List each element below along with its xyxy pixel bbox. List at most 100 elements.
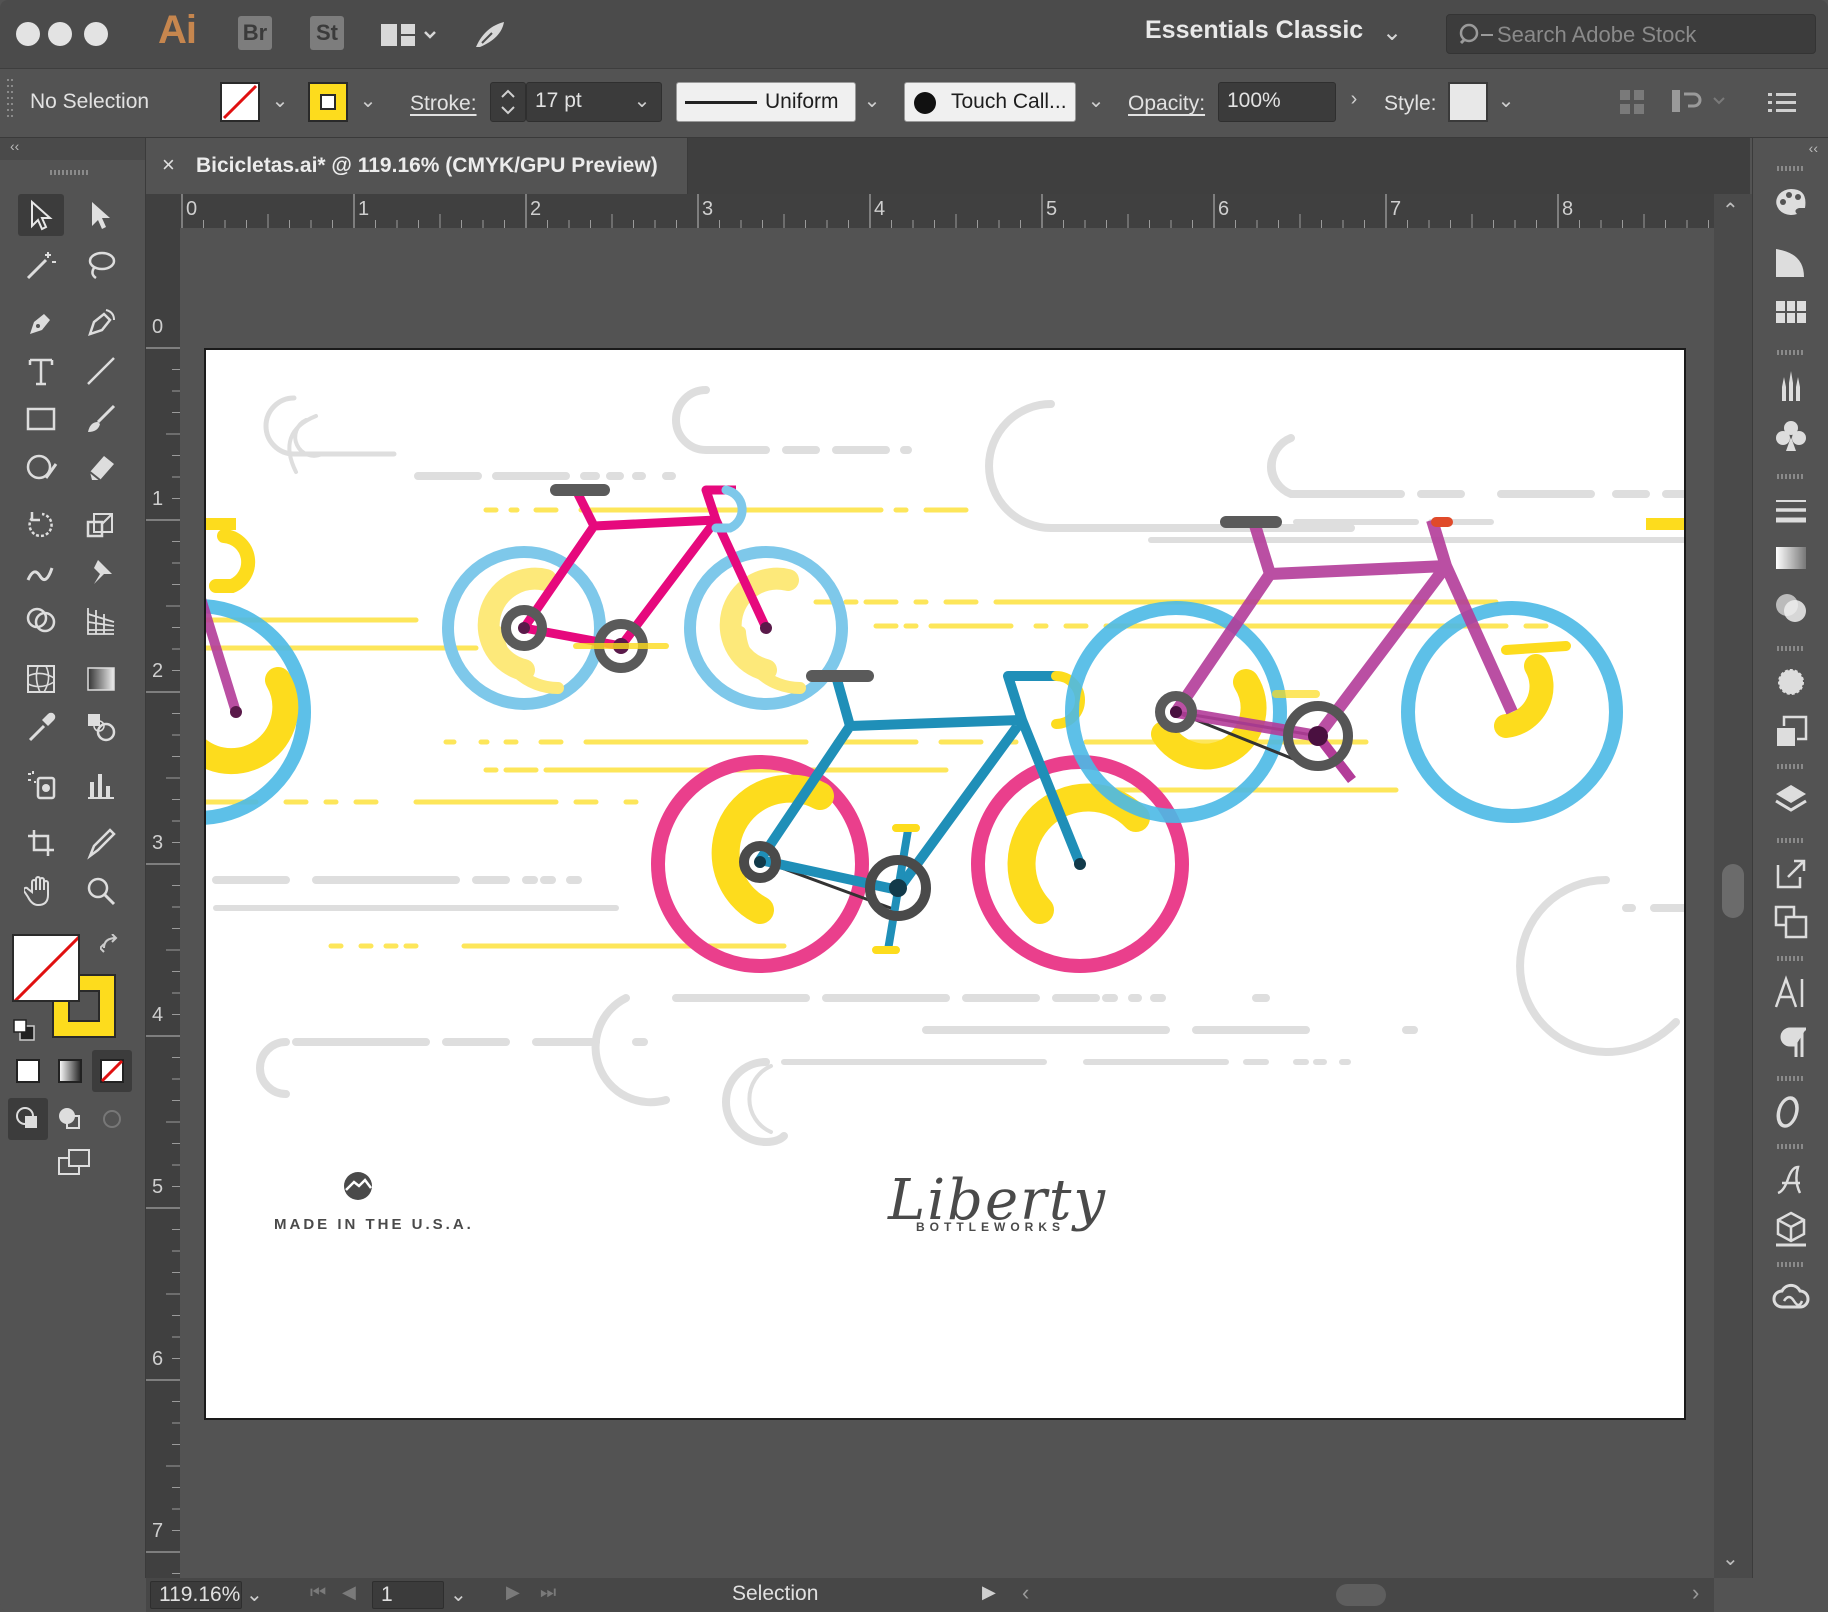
direct-selection-tool[interactable] xyxy=(78,194,124,236)
draw-behind-button[interactable] xyxy=(50,1098,90,1140)
stroke-stepper[interactable] xyxy=(490,82,526,122)
eyedropper-tool[interactable] xyxy=(18,706,64,748)
close-window-button[interactable] xyxy=(16,22,40,46)
fill-swatch[interactable] xyxy=(220,82,260,122)
selection-tool[interactable] xyxy=(18,194,64,236)
transparency-panel-button[interactable] xyxy=(1769,586,1813,630)
brush-definition[interactable]: Touch Call... xyxy=(904,82,1076,122)
curvature-tool[interactable] xyxy=(78,302,124,344)
character-panel-button[interactable] xyxy=(1769,970,1813,1014)
rectangle-tool[interactable] xyxy=(18,398,64,440)
fill-dropdown-chevron[interactable]: ⌄ xyxy=(266,88,294,116)
stroke-panel-button[interactable] xyxy=(1769,488,1813,532)
appearance-panel-button[interactable] xyxy=(1769,660,1813,704)
export-panel-button[interactable] xyxy=(1769,852,1813,896)
scale-tool[interactable] xyxy=(78,504,124,546)
fill-color-box[interactable] xyxy=(12,934,80,1002)
graphic-styles-panel-button[interactable] xyxy=(1769,710,1813,754)
brushes-panel-button[interactable] xyxy=(1769,364,1813,408)
symbol-sprayer-tool[interactable] xyxy=(18,764,64,806)
next-artboard-icon[interactable]: ▶ xyxy=(506,1582,520,1603)
collapse-panels-button[interactable]: ‹‹ xyxy=(1809,140,1818,156)
mesh-tool[interactable] xyxy=(18,658,64,700)
line-segment-tool[interactable] xyxy=(78,350,124,392)
last-artboard-icon[interactable]: ⏭ xyxy=(540,1582,556,1603)
hand-tool[interactable] xyxy=(18,870,64,912)
stroke-swatch[interactable] xyxy=(308,82,348,122)
draw-inside-button[interactable] xyxy=(92,1098,132,1140)
type-tool[interactable] xyxy=(18,350,64,392)
graphic-style-swatch[interactable] xyxy=(1448,82,1488,122)
gradient-panel-button[interactable] xyxy=(1769,536,1813,580)
brush-chevron[interactable]: ⌄ xyxy=(1082,88,1110,116)
artboard-chevron[interactable]: ⌄ xyxy=(450,1582,467,1607)
stock-button[interactable]: St xyxy=(310,16,344,50)
vertical-ruler[interactable]: 0 1 2 3 4 5 6 7 xyxy=(146,228,180,1578)
artboard-tool[interactable] xyxy=(18,822,64,864)
opacity-label[interactable]: Opacity: xyxy=(1128,92,1205,116)
minimize-window-button[interactable] xyxy=(48,22,72,46)
eraser-tool[interactable] xyxy=(78,446,124,488)
layers-panel-button[interactable] xyxy=(1769,778,1813,822)
variable-width-profile[interactable]: Uniform xyxy=(676,82,856,122)
puppet-warp-tool[interactable] xyxy=(78,552,124,594)
document-tab[interactable]: × Bicicletas.ai* @ 119.16% (CMYK/GPU Pre… xyxy=(146,138,688,194)
canvas[interactable]: MADE IN THE U.S.A. Liberty BOTTLEWORKS xyxy=(180,228,1714,1578)
artboard-number-field[interactable]: 1 xyxy=(372,1581,444,1609)
horizontal-ruler[interactable]: 0 1 2 3 4 5 6 7 8 xyxy=(146,194,1714,228)
gradient-tool[interactable] xyxy=(78,658,124,700)
paragraph-panel-button[interactable] xyxy=(1769,1020,1813,1064)
scroll-left-icon[interactable]: ‹ xyxy=(1022,1580,1029,1606)
color-mode-button[interactable] xyxy=(8,1050,48,1092)
shaper-tool[interactable] xyxy=(18,446,64,488)
slice-tool[interactable] xyxy=(78,822,124,864)
scroll-up-icon[interactable]: ⌃ xyxy=(1722,198,1739,223)
transform-button[interactable] xyxy=(1670,86,1730,121)
gradient-mode-button[interactable] xyxy=(50,1050,90,1092)
scroll-right-icon[interactable]: › xyxy=(1692,1580,1699,1606)
symbols-panel-button[interactable] xyxy=(1769,414,1813,458)
draw-normal-button[interactable] xyxy=(8,1098,48,1140)
style-chevron[interactable]: ⌄ xyxy=(1492,88,1520,116)
first-artboard-icon[interactable]: ⏮ xyxy=(310,1582,326,1603)
scroll-down-icon[interactable]: ⌄ xyxy=(1722,1546,1739,1571)
zoom-field[interactable]: 119.16% xyxy=(150,1581,242,1609)
control-panel-menu[interactable] xyxy=(1768,90,1796,119)
vertical-scroll-thumb[interactable] xyxy=(1722,864,1744,918)
search-stock-field[interactable]: Search Adobe Stock xyxy=(1446,14,1816,54)
previous-artboard-icon[interactable]: ◀ xyxy=(342,1582,356,1603)
color-guide-panel-button[interactable] xyxy=(1769,240,1813,284)
stroke-dropdown-chevron[interactable]: ⌄ xyxy=(354,88,382,116)
artboards-panel-button[interactable] xyxy=(1769,900,1813,944)
current-tool-status[interactable]: Selection xyxy=(732,1582,818,1606)
pen-tool[interactable] xyxy=(18,302,64,344)
chevron-down-icon[interactable]: ⌄ xyxy=(1382,18,1402,47)
swap-fill-stroke-icon[interactable] xyxy=(100,934,124,958)
none-mode-button[interactable] xyxy=(92,1050,132,1092)
column-graph-tool[interactable] xyxy=(78,764,124,806)
artboard[interactable]: MADE IN THE U.S.A. Liberty BOTTLEWORKS xyxy=(204,348,1686,1420)
perspective-grid-tool[interactable] xyxy=(78,600,124,642)
libraries-panel-button[interactable] xyxy=(1769,1276,1813,1320)
align-button[interactable] xyxy=(1618,88,1646,121)
screen-mode-button[interactable] xyxy=(46,1142,102,1184)
profile-chevron[interactable]: ⌄ xyxy=(858,88,886,116)
warp-tool[interactable] xyxy=(18,552,64,594)
zoom-tool[interactable] xyxy=(78,870,124,912)
lasso-tool[interactable] xyxy=(78,244,124,286)
shape-builder-tool[interactable] xyxy=(18,600,64,642)
status-menu-arrow-icon[interactable]: ▶ xyxy=(982,1582,996,1603)
default-fill-stroke-icon[interactable] xyxy=(12,1018,38,1044)
close-document-icon[interactable]: × xyxy=(162,152,175,178)
workspace-switcher[interactable]: Essentials Classic xyxy=(1145,16,1363,45)
stroke-weight-chevron[interactable]: ⌄ xyxy=(628,88,656,116)
zoom-chevron[interactable]: ⌄ xyxy=(246,1582,263,1607)
rotate-tool[interactable] xyxy=(18,504,64,546)
blend-tool[interactable] xyxy=(78,706,124,748)
color-panel-button[interactable] xyxy=(1769,182,1813,226)
bridge-button[interactable]: Br xyxy=(238,16,272,50)
magic-wand-tool[interactable] xyxy=(18,244,64,286)
swatches-panel-button[interactable] xyxy=(1769,290,1813,334)
3d-materials-panel-button[interactable] xyxy=(1769,1206,1813,1250)
opacity-arrow[interactable]: › xyxy=(1340,88,1368,116)
